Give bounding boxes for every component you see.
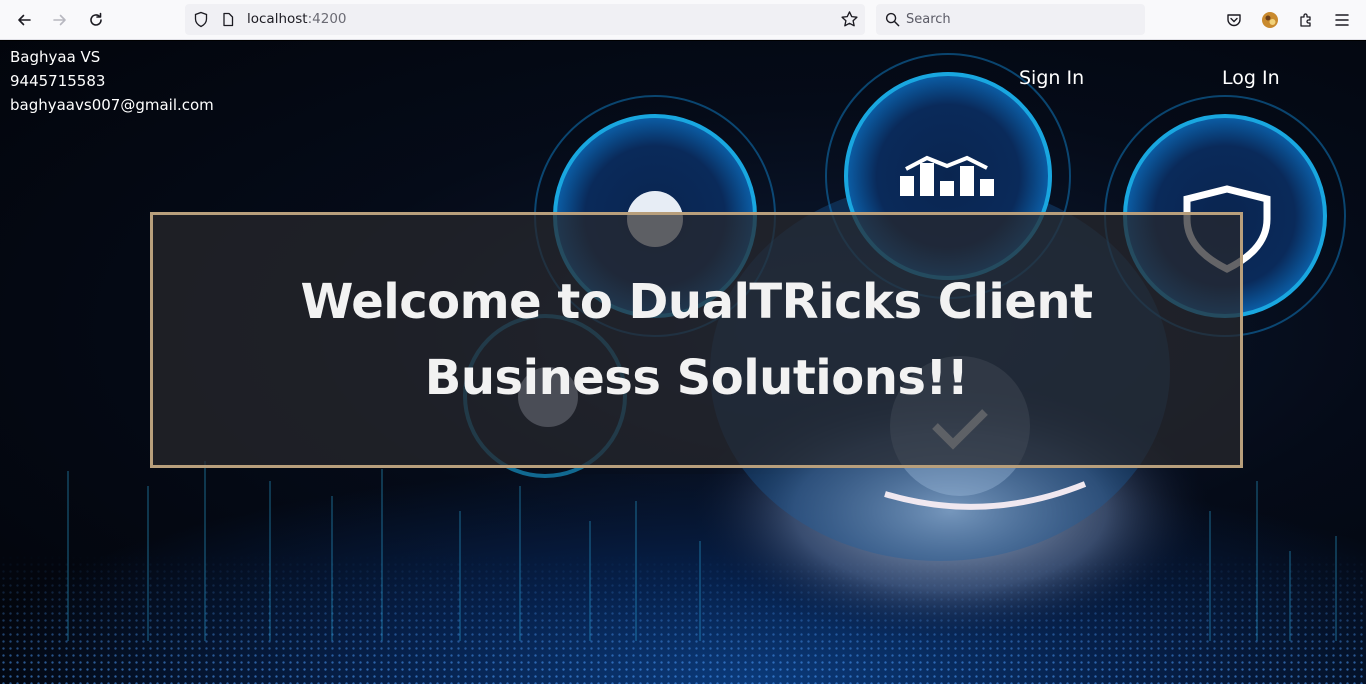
contact-phone: 9445715583 bbox=[10, 72, 106, 90]
sign-in-link[interactable]: Sign In bbox=[1019, 67, 1084, 89]
page-viewport: Baghyaa VS 9445715583 baghyaavs007@gmail… bbox=[0, 41, 1366, 684]
welcome-banner: Welcome to DualTRicks Client Business So… bbox=[150, 212, 1243, 468]
pocket-icon[interactable] bbox=[1224, 10, 1244, 30]
reload-button[interactable] bbox=[83, 8, 109, 32]
log-in-link[interactable]: Log In bbox=[1222, 67, 1280, 89]
contact-info: Baghyaa VS 9445715583 baghyaavs007@gmail… bbox=[10, 45, 214, 117]
contact-email: baghyaavs007@gmail.com bbox=[10, 96, 214, 114]
address-bar[interactable]: localhost:4200 bbox=[185, 4, 865, 35]
menu-hamburger-icon[interactable] bbox=[1332, 10, 1352, 30]
contact-name: Baghyaa VS bbox=[10, 48, 101, 66]
profile-avatar-icon[interactable] bbox=[1260, 10, 1280, 30]
search-placeholder: Search bbox=[906, 12, 951, 27]
back-arrow-icon bbox=[18, 14, 31, 26]
forward-button[interactable] bbox=[47, 8, 73, 32]
tracking-shield-icon[interactable] bbox=[193, 11, 209, 32]
back-button[interactable] bbox=[11, 8, 37, 32]
forward-arrow-icon bbox=[53, 14, 66, 26]
search-bar[interactable]: Search bbox=[876, 4, 1145, 35]
url-text: localhost:4200 bbox=[247, 11, 347, 27]
reload-icon bbox=[90, 12, 102, 26]
bookmark-star-icon[interactable] bbox=[840, 10, 859, 33]
page-icon bbox=[221, 12, 235, 31]
extensions-puzzle-icon[interactable] bbox=[1296, 10, 1316, 30]
browser-toolbar: localhost:4200 Search bbox=[0, 0, 1366, 40]
search-icon bbox=[885, 12, 900, 31]
welcome-heading: Welcome to DualTRicks Client Business So… bbox=[300, 274, 1093, 406]
